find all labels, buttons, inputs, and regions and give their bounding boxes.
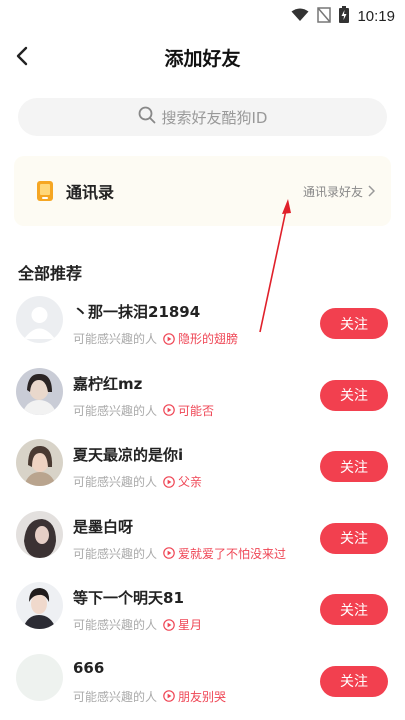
avatar[interactable] xyxy=(16,367,63,415)
follow-button[interactable]: 关注 xyxy=(320,451,388,482)
song-link[interactable]: 朋友别哭 xyxy=(178,688,226,705)
user-name[interactable]: 等下一个明天81 xyxy=(73,587,184,608)
follow-button[interactable]: 关注 xyxy=(320,308,388,339)
song-link[interactable]: 爱就爱了不怕没来过 xyxy=(178,545,286,562)
reason-text: 可能感兴趣的人 xyxy=(73,332,158,346)
avatar[interactable] xyxy=(16,296,63,343)
reason-text: 可能感兴趣的人 xyxy=(73,403,158,418)
wifi-icon xyxy=(291,7,309,26)
recommendation-reason: 可能感兴趣的人 朋友别哭 xyxy=(73,688,226,705)
contacts-card[interactable]: 通讯录 通讯录好友 xyxy=(14,156,391,226)
recommendation-reason: 可能感兴趣的人 隐形的翅膀 xyxy=(73,330,238,347)
follow-button[interactable]: 关注 xyxy=(320,594,388,625)
avatar[interactable] xyxy=(16,439,63,486)
play-icon xyxy=(163,404,175,416)
play-icon xyxy=(163,618,175,631)
follow-button[interactable]: 关注 xyxy=(320,665,388,697)
user-name[interactable]: 666 xyxy=(73,659,104,677)
status-bar: 10:19 xyxy=(0,0,405,32)
list-item[interactable]: 等下一个明天81 可能感兴趣的人 星月 关注 xyxy=(0,572,405,644)
search-placeholder: 搜索好友酷狗ID xyxy=(161,108,268,127)
play-icon xyxy=(163,475,175,488)
list-item[interactable]: 666 可能感兴趣的人 朋友别哭 关注 xyxy=(0,644,405,716)
header: 添加好友 xyxy=(0,32,405,80)
recommendation-reason: 可能感兴趣的人 父亲 xyxy=(73,473,202,490)
song-link[interactable]: 星月 xyxy=(178,616,202,633)
battery-charging-icon xyxy=(339,6,350,27)
contacts-label: 通讯录 xyxy=(66,183,115,202)
recommendation-reason: 可能感兴趣的人 星月 xyxy=(73,616,202,633)
reason-text: 可能感兴趣的人 xyxy=(73,618,158,632)
song-link[interactable]: 可能否 xyxy=(178,402,214,419)
play-icon xyxy=(163,547,175,559)
user-name[interactable]: 嘉柠红mz xyxy=(73,373,142,394)
phone-book-icon xyxy=(34,180,56,202)
reason-text: 可能感兴趣的人 xyxy=(73,546,158,561)
search-input[interactable]: 搜索好友酷狗ID xyxy=(18,98,387,136)
list-item[interactable]: 丶那一抹泪21894 可能感兴趣的人 隐形的翅膀 关注 xyxy=(0,286,405,358)
song-link[interactable]: 隐形的翅膀 xyxy=(178,330,238,347)
play-icon xyxy=(163,690,175,702)
follow-button[interactable]: 关注 xyxy=(320,522,388,554)
search-icon xyxy=(138,106,156,128)
recommendation-list: 丶那一抹泪21894 可能感兴趣的人 隐形的翅膀 关注 嘉柠红mz 可能感兴趣的… xyxy=(0,286,405,715)
contacts-link-label: 通讯录好友 xyxy=(302,184,363,199)
chevron-right-icon xyxy=(368,185,375,197)
contacts-friends-link[interactable]: 通讯录好友 xyxy=(303,183,375,200)
page-title: 添加好友 xyxy=(164,48,241,70)
list-item[interactable]: 嘉柠红mz 可能感兴趣的人 可能否 关注 xyxy=(0,358,405,430)
list-item[interactable]: 夏天最凉的是你i 可能感兴趣的人 父亲 关注 xyxy=(0,429,405,501)
user-name[interactable]: 丶那一抹泪21894 xyxy=(73,301,200,322)
user-name[interactable]: 是墨白呀 xyxy=(73,516,133,537)
recommendation-reason: 可能感兴趣的人 爱就爱了不怕没来过 xyxy=(73,545,286,562)
reason-text: 可能感兴趣的人 xyxy=(73,689,158,704)
reason-text: 可能感兴趣的人 xyxy=(73,475,158,489)
user-name[interactable]: 夏天最凉的是你i xyxy=(73,444,183,465)
play-icon xyxy=(163,332,175,345)
avatar[interactable] xyxy=(16,582,63,629)
no-signal-icon xyxy=(317,6,332,27)
list-item[interactable]: 是墨白呀 可能感兴趣的人 爱就爱了不怕没来过 关注 xyxy=(0,501,405,573)
song-link[interactable]: 父亲 xyxy=(178,473,202,490)
status-icons: 10:19 xyxy=(291,6,395,27)
status-time: 10:19 xyxy=(357,8,395,25)
follow-button[interactable]: 关注 xyxy=(320,379,388,411)
section-title: 全部推荐 xyxy=(18,264,83,283)
recommendation-reason: 可能感兴趣的人 可能否 xyxy=(73,402,214,419)
avatar[interactable] xyxy=(16,653,63,701)
avatar[interactable] xyxy=(16,510,63,558)
